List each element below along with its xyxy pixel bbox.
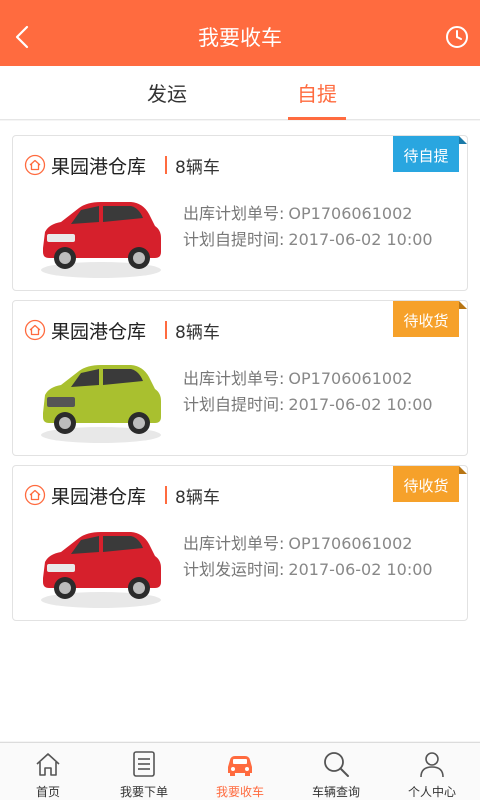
order-card[interactable]: 果园港仓库 8辆车 待收货 出库计划单号: OP1706061002 计划发运时间… [12, 465, 468, 621]
plan-number-value: OP1706061002 [288, 534, 413, 553]
plan-number-row: 出库计划单号: OP1706061002 [183, 530, 412, 554]
car-image [41, 365, 161, 443]
order-card[interactable]: 果园港仓库 8辆车 待自提 出库计划单号: OP1706061002 计划自提时间… [12, 135, 468, 291]
warehouse-name: 果园港仓库 [51, 486, 147, 508]
nav-personal-center[interactable]: 个人中心 [384, 743, 480, 800]
divider [165, 321, 167, 339]
badge-fold [459, 466, 467, 474]
status-badge: 待收货 [393, 466, 459, 502]
plan-number-row: 出库计划单号: OP1706061002 [183, 365, 412, 389]
warehouse-home-icon [24, 484, 46, 506]
history-button[interactable] [444, 24, 470, 50]
car-icon [228, 756, 252, 776]
order-icon [133, 751, 155, 777]
plan-number-row: 出库计划单号: OP1706061002 [183, 200, 412, 224]
car-image [41, 202, 161, 278]
nav-label: 首页 [35, 785, 60, 799]
plan-time-label: 计划自提时间: [183, 230, 285, 249]
tab-shipping[interactable]: 发运 [107, 66, 227, 120]
car-image [41, 532, 161, 608]
bottom-nav: 首页 我要下单 我要收车 车辆查询 个人中心 [0, 742, 480, 800]
order-card[interactable]: 果园港仓库 8辆车 待收货 出库计划单号: OP1706061002 计划自提时间… [12, 300, 468, 456]
plan-number-label: 出库计划单号: [183, 369, 285, 388]
nav-place-order[interactable]: 我要下单 [96, 743, 192, 800]
plan-time-row: 计划自提时间: 2017-06-02 10:00 [183, 226, 433, 250]
status-badge: 待自提 [393, 136, 459, 172]
divider [165, 486, 167, 504]
nav-label: 个人中心 [407, 785, 456, 799]
nav-vehicle-query[interactable]: 车辆查询 [288, 743, 384, 800]
divider [165, 156, 167, 174]
clock-icon [446, 26, 468, 48]
plan-time-row: 计划发运时间: 2017-06-02 10:00 [183, 556, 433, 580]
active-tab-indicator [288, 117, 346, 120]
plan-number-label: 出库计划单号: [183, 534, 285, 553]
plan-number-value: OP1706061002 [288, 204, 413, 223]
warehouse-name: 果园港仓库 [51, 156, 147, 178]
plan-time-value: 2017-06-02 10:00 [288, 230, 433, 249]
badge-fold [459, 301, 467, 309]
tab-self-pickup[interactable]: 自提 [257, 66, 377, 120]
plan-number-value: OP1706061002 [288, 369, 413, 388]
page-title: 我要收车 [198, 26, 282, 50]
badge-fold [459, 136, 467, 144]
warehouse-name: 果园港仓库 [51, 321, 147, 343]
vehicle-count: 8辆车 [175, 323, 220, 343]
order-list: 果园港仓库 8辆车 待自提 出库计划单号: OP1706061002 计划自提时间… [0, 121, 480, 741]
plan-time-value: 2017-06-02 10:00 [288, 395, 433, 414]
nav-label: 我要收车 [215, 785, 264, 799]
user-icon [420, 752, 444, 778]
nav-home[interactable]: 首页 [0, 743, 96, 800]
plan-time-value: 2017-06-02 10:00 [288, 560, 433, 579]
warehouse-home-icon [24, 319, 46, 341]
app-header: 我要收车 [0, 0, 480, 66]
plan-time-label: 计划自提时间: [183, 395, 285, 414]
search-icon [324, 752, 349, 777]
nav-label: 我要下单 [119, 785, 168, 799]
plan-time-row: 计划自提时间: 2017-06-02 10:00 [183, 391, 433, 415]
plan-time-label: 计划发运时间: [183, 560, 285, 579]
plan-number-label: 出库计划单号: [183, 204, 285, 223]
vehicle-count: 8辆车 [175, 488, 220, 508]
nav-label: 车辆查询 [311, 785, 360, 799]
warehouse-home-icon [24, 154, 46, 176]
home-icon [36, 753, 60, 776]
vehicle-count: 8辆车 [175, 158, 220, 178]
status-badge: 待收货 [393, 301, 459, 337]
tab-bar: 发运 自提 [0, 66, 480, 120]
nav-receive-car[interactable]: 我要收车 [192, 743, 288, 800]
